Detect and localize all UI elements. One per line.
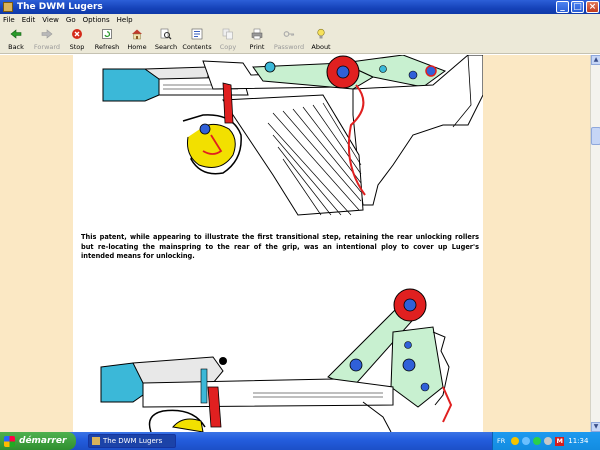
home-button[interactable]: Home: [123, 26, 151, 54]
toolbar: Back Forward Stop Refresh Home Search Co…: [0, 26, 600, 54]
stop-button[interactable]: Stop: [63, 26, 91, 54]
printer-icon: [250, 28, 264, 40]
search-icon: [159, 28, 173, 40]
close-button[interactable]: ×: [586, 1, 599, 13]
taskbar-item-dwm-lugers[interactable]: The DWM Lugers: [88, 434, 176, 448]
back-arrow-icon: [9, 28, 23, 40]
print-button[interactable]: Print: [243, 26, 271, 54]
menu-file[interactable]: File: [3, 16, 15, 24]
taskbar: démarrer The DWM Lugers FR M 11:34: [0, 432, 600, 450]
copy-icon: [221, 28, 235, 40]
contents-button[interactable]: Contents: [181, 26, 213, 54]
caption-text: This patent, while appearing to illustra…: [81, 233, 479, 260]
scroll-up-arrow-icon[interactable]: ▲: [591, 55, 600, 65]
vertical-scrollbar[interactable]: ▲ ▼: [590, 55, 600, 432]
system-tray: FR M 11:34: [492, 432, 600, 450]
refresh-button[interactable]: Refresh: [91, 26, 123, 54]
maximize-button[interactable]: □: [571, 1, 584, 13]
volume-tray-icon[interactable]: [544, 437, 553, 445]
content-area: This patent, while appearing to illustra…: [0, 55, 590, 432]
forward-arrow-icon: [40, 28, 54, 40]
contents-icon: [190, 28, 204, 40]
menu-help[interactable]: Help: [117, 16, 133, 24]
refresh-icon: [100, 28, 114, 40]
luger-patent-drawing-top: [102, 55, 483, 216]
menu-options[interactable]: Options: [83, 16, 110, 24]
menu-edit[interactable]: Edit: [22, 16, 36, 24]
forward-button[interactable]: Forward: [31, 26, 63, 54]
app-icon: [92, 437, 100, 445]
scroll-down-arrow-icon[interactable]: ▼: [591, 422, 600, 432]
scroll-thumb[interactable]: [591, 127, 600, 145]
key-icon: [282, 28, 296, 40]
stop-icon: [70, 28, 84, 40]
clock: 11:34: [568, 437, 589, 445]
lightbulb-icon: [314, 28, 328, 40]
menu-bar: File Edit View Go Options Help: [0, 14, 600, 26]
luger-patent-drawing-bottom: [100, 288, 453, 432]
home-icon: [130, 28, 144, 40]
smiley-tray-icon[interactable]: [511, 437, 520, 445]
window-title: The DWM Lugers: [17, 2, 103, 12]
network-tray-icon[interactable]: [522, 437, 531, 445]
search-button[interactable]: Search: [151, 26, 181, 54]
page: This patent, while appearing to illustra…: [73, 55, 483, 432]
password-button[interactable]: Password: [271, 26, 307, 54]
copy-button[interactable]: Copy: [213, 26, 243, 54]
menu-view[interactable]: View: [42, 16, 59, 24]
app-icon: [3, 2, 13, 12]
start-button[interactable]: démarrer: [0, 432, 76, 450]
title-bar: The DWM Lugers _ □ ×: [0, 0, 600, 14]
language-indicator[interactable]: FR: [497, 437, 505, 445]
status-tray-icon[interactable]: [533, 437, 542, 445]
minimize-button[interactable]: _: [556, 1, 569, 13]
about-button[interactable]: About: [307, 26, 335, 54]
back-button[interactable]: Back: [1, 26, 31, 54]
menu-go[interactable]: Go: [66, 16, 76, 24]
m-tray-icon[interactable]: M: [555, 436, 565, 446]
windows-logo-icon: [4, 435, 15, 447]
